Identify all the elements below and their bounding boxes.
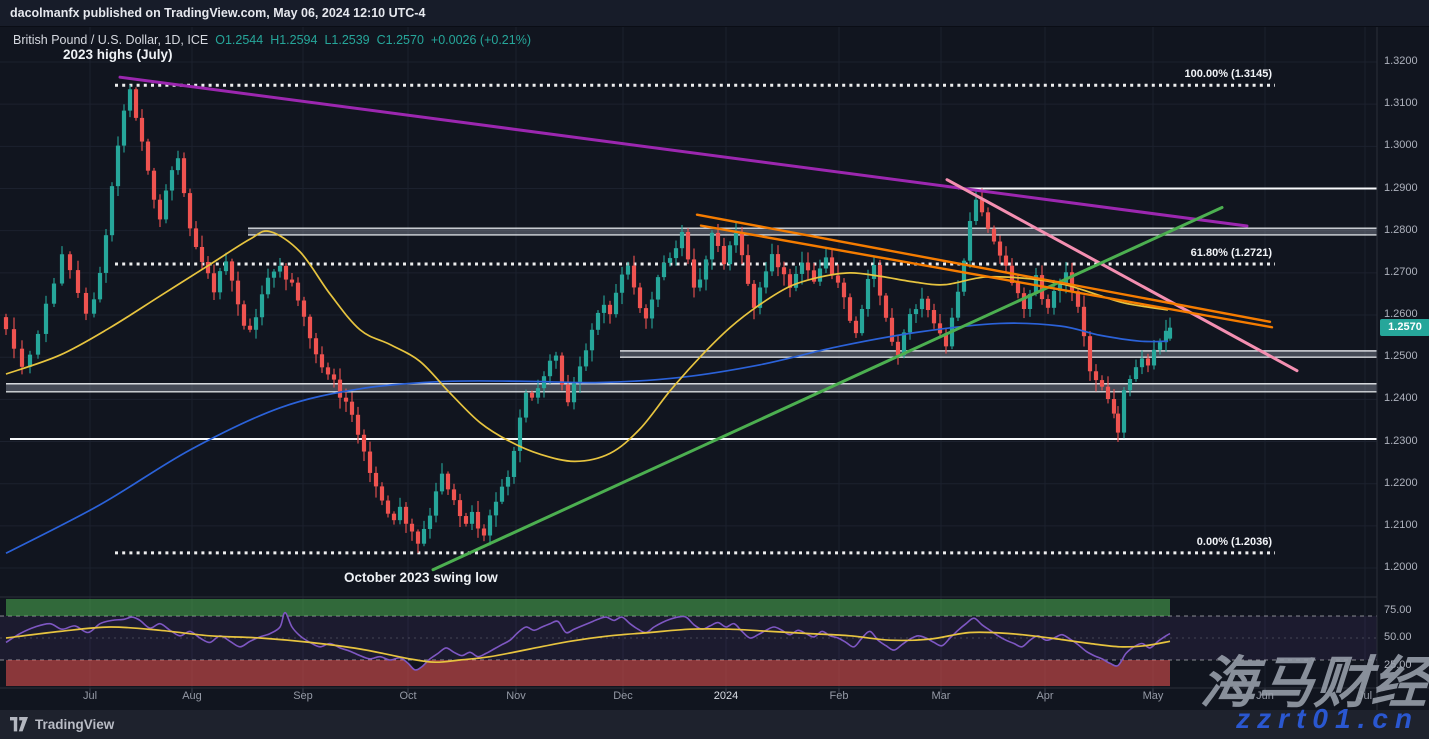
price-tick: 1.2400 [1384, 392, 1418, 404]
publish-bar: dacolmanfx published on TradingView.com,… [0, 0, 1429, 27]
annotation-october-swing-low: October 2023 swing low [344, 570, 498, 585]
price-tick: 1.3000 [1384, 139, 1418, 151]
ohlc-high: H1.2594 [270, 33, 317, 47]
time-tick: Aug [182, 690, 202, 702]
price-tick: 1.2500 [1384, 350, 1418, 362]
price-tick: 1.2800 [1384, 224, 1418, 236]
price-tick: 1.2000 [1384, 561, 1418, 573]
ohlc-change: +0.0026 (+0.21%) [431, 33, 531, 47]
price-tick: 1.3200 [1384, 55, 1418, 67]
ohlc-low: L1.2539 [324, 33, 369, 47]
chart-canvas[interactable] [0, 0, 1429, 739]
price-tick: 1.3100 [1384, 97, 1418, 109]
time-tick: Sep [293, 690, 313, 702]
price-tick: 1.2300 [1384, 435, 1418, 447]
tradingview-published-chart: dacolmanfx published on TradingView.com,… [0, 0, 1429, 739]
tradingview-logo-icon[interactable] [10, 717, 28, 732]
time-tick: Feb [830, 690, 849, 702]
time-tick: Mar [932, 690, 951, 702]
ohlc-open: O1.2544 [215, 33, 263, 47]
time-tick: Jul [83, 690, 97, 702]
price-tick: 1.2100 [1384, 519, 1418, 531]
symbol-title: British Pound / U.S. Dollar, 1D, ICE [13, 33, 208, 47]
symbol-legend[interactable]: British Pound / U.S. Dollar, 1D, ICE O1.2… [13, 33, 531, 47]
time-tick: Dec [613, 690, 633, 702]
price-tick: 1.2200 [1384, 477, 1418, 489]
fib-level-label: 100.00% (1.3145) [1185, 68, 1272, 80]
price-tick: 1.2900 [1384, 182, 1418, 194]
tradingview-brand[interactable]: TradingView [35, 717, 114, 732]
watermark-url: zzrt01.cn [1236, 703, 1419, 735]
price-tick: 1.2700 [1384, 266, 1418, 278]
fib-level-label: 0.00% (1.2036) [1197, 536, 1272, 548]
ohlc-close: C1.2570 [377, 33, 424, 47]
time-tick: Nov [506, 690, 526, 702]
time-tick: 2024 [714, 690, 738, 702]
rsi-tick: 75.00 [1384, 604, 1412, 616]
annotation-2023-highs: 2023 highs (July) [63, 47, 173, 62]
time-tick: Apr [1036, 690, 1053, 702]
time-tick: May [1143, 690, 1164, 702]
last-price-label: 1.2570 [1380, 319, 1429, 336]
fib-level-label: 61.80% (1.2721) [1191, 247, 1272, 259]
publish-line: dacolmanfx published on TradingView.com,… [10, 6, 425, 20]
time-tick: Oct [399, 690, 416, 702]
